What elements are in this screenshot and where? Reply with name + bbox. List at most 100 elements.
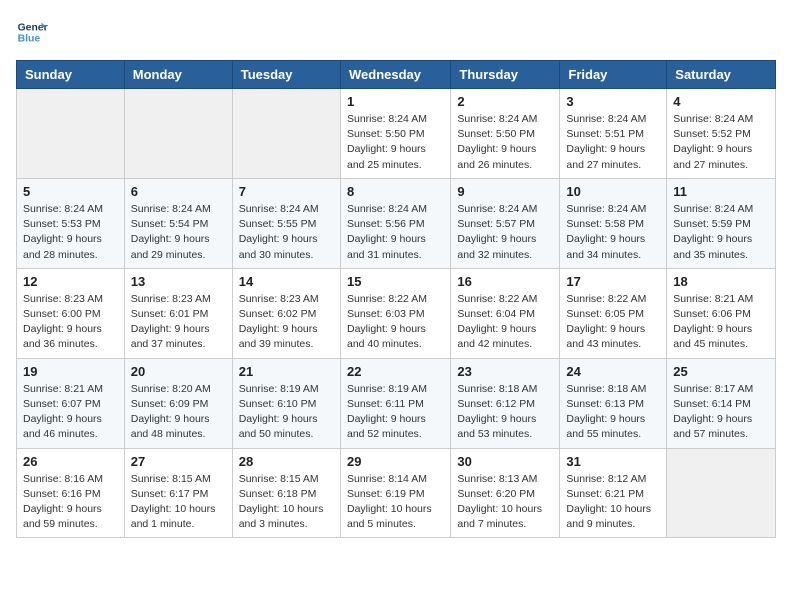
calendar-cell: 8Sunrise: 8:24 AM Sunset: 5:56 PM Daylig… — [340, 178, 450, 268]
calendar-cell: 25 Sunrise: 8:17 AM Sunset: 6:14 PM Dayli… — [667, 358, 776, 448]
day-number: 2 — [457, 94, 553, 109]
calendar-cell: 16Sunrise: 8:22 AM Sunset: 6:04 PM Dayli… — [451, 268, 560, 358]
day-number: 14 — [239, 274, 334, 289]
day-number: 27 — [131, 454, 226, 469]
day-number: 29 — [347, 454, 444, 469]
day-info: Sunrise: 8:16 AM Sunset: 6:16 PM Dayligh… — [23, 472, 118, 533]
calendar-cell: 5Sunrise: 8:24 AM Sunset: 5:53 PM Daylig… — [17, 178, 125, 268]
day-number: 4 — [673, 94, 769, 109]
day-number: 15 — [347, 274, 444, 289]
day-info: Sunrise: 8:20 AM Sunset: 6:09 PM Dayligh… — [131, 382, 226, 443]
calendar-week-row: 12 Sunrise: 8:23 AM Sunset: 6:00 PM Dayli… — [17, 268, 776, 358]
day-info: Sunrise: 8:14 AM Sunset: 6:19 PM Dayligh… — [347, 472, 444, 533]
day-number: 8 — [347, 184, 444, 199]
day-info: Sunrise: 8:18 AM Sunset: 6:13 PM Dayligh… — [566, 382, 660, 443]
day-number: 18 — [673, 274, 769, 289]
day-info: Sunrise: 8:12 AM Sunset: 6:21 PM Dayligh… — [566, 472, 660, 533]
calendar-cell: 31 Sunrise: 8:12 AM Sunset: 6:21 PM Dayli… — [560, 448, 667, 538]
day-info: Sunrise: 8:24 AM Sunset: 5:51 PM Dayligh… — [566, 112, 660, 173]
calendar-cell: 13Sunrise: 8:23 AM Sunset: 6:01 PM Dayli… — [124, 268, 232, 358]
day-info: Sunrise: 8:18 AM Sunset: 6:12 PM Dayligh… — [457, 382, 553, 443]
day-info: Sunrise: 8:13 AM Sunset: 6:20 PM Dayligh… — [457, 472, 553, 533]
calendar-cell: 23 Sunrise: 8:18 AM Sunset: 6:12 PM Dayli… — [451, 358, 560, 448]
day-number: 5 — [23, 184, 118, 199]
day-number: 25 — [673, 364, 769, 379]
day-number: 12 — [23, 274, 118, 289]
calendar-cell: 11 Sunrise: 8:24 AM Sunset: 5:59 PM Dayli… — [667, 178, 776, 268]
calendar-cell: 7Sunrise: 8:24 AM Sunset: 5:55 PM Daylig… — [232, 178, 340, 268]
calendar-week-row: 26 Sunrise: 8:16 AM Sunset: 6:16 PM Dayli… — [17, 448, 776, 538]
calendar-cell: 29 Sunrise: 8:14 AM Sunset: 6:19 PM Dayli… — [340, 448, 450, 538]
calendar-cell: 26 Sunrise: 8:16 AM Sunset: 6:16 PM Dayli… — [17, 448, 125, 538]
day-number: 3 — [566, 94, 660, 109]
day-info: Sunrise: 8:24 AM Sunset: 5:59 PM Dayligh… — [673, 202, 769, 263]
day-number: 24 — [566, 364, 660, 379]
day-info: Sunrise: 8:23 AM Sunset: 6:00 PM Dayligh… — [23, 292, 118, 353]
calendar-cell: 17Sunrise: 8:22 AM Sunset: 6:05 PM Dayli… — [560, 268, 667, 358]
calendar-cell: 20 Sunrise: 8:20 AM Sunset: 6:09 PM Dayli… — [124, 358, 232, 448]
calendar-cell: 21 Sunrise: 8:19 AM Sunset: 6:10 PM Dayli… — [232, 358, 340, 448]
calendar-cell: 15 Sunrise: 8:22 AM Sunset: 6:03 PM Dayli… — [340, 268, 450, 358]
calendar-week-row: 1 Sunrise: 8:24 AM Sunset: 5:50 PM Daylig… — [17, 89, 776, 179]
calendar-cell: 22Sunrise: 8:19 AM Sunset: 6:11 PM Dayli… — [340, 358, 450, 448]
calendar-cell: 24 Sunrise: 8:18 AM Sunset: 6:13 PM Dayli… — [560, 358, 667, 448]
day-number: 28 — [239, 454, 334, 469]
day-number: 22 — [347, 364, 444, 379]
calendar-cell: 19 Sunrise: 8:21 AM Sunset: 6:07 PM Dayli… — [17, 358, 125, 448]
calendar-week-row: 5Sunrise: 8:24 AM Sunset: 5:53 PM Daylig… — [17, 178, 776, 268]
day-info: Sunrise: 8:24 AM Sunset: 5:50 PM Dayligh… — [347, 112, 444, 173]
day-number: 26 — [23, 454, 118, 469]
day-number: 9 — [457, 184, 553, 199]
day-info: Sunrise: 8:23 AM Sunset: 6:02 PM Dayligh… — [239, 292, 334, 353]
calendar-cell: 10 Sunrise: 8:24 AM Sunset: 5:58 PM Dayli… — [560, 178, 667, 268]
logo-icon: General Blue — [16, 16, 48, 48]
day-info: Sunrise: 8:24 AM Sunset: 5:52 PM Dayligh… — [673, 112, 769, 173]
day-number: 6 — [131, 184, 226, 199]
calendar-cell — [232, 89, 340, 179]
day-number: 20 — [131, 364, 226, 379]
day-number: 19 — [23, 364, 118, 379]
day-info: Sunrise: 8:21 AM Sunset: 6:07 PM Dayligh… — [23, 382, 118, 443]
day-header: Wednesday — [340, 61, 450, 89]
day-info: Sunrise: 8:24 AM Sunset: 5:58 PM Dayligh… — [566, 202, 660, 263]
day-number: 23 — [457, 364, 553, 379]
day-header: Tuesday — [232, 61, 340, 89]
day-header: Monday — [124, 61, 232, 89]
day-info: Sunrise: 8:24 AM Sunset: 5:57 PM Dayligh… — [457, 202, 553, 263]
calendar-cell — [17, 89, 125, 179]
day-number: 11 — [673, 184, 769, 199]
day-info: Sunrise: 8:23 AM Sunset: 6:01 PM Dayligh… — [131, 292, 226, 353]
calendar-cell: 9 Sunrise: 8:24 AM Sunset: 5:57 PM Daylig… — [451, 178, 560, 268]
day-header: Sunday — [17, 61, 125, 89]
calendar-week-row: 19 Sunrise: 8:21 AM Sunset: 6:07 PM Dayli… — [17, 358, 776, 448]
day-number: 31 — [566, 454, 660, 469]
day-number: 17 — [566, 274, 660, 289]
svg-text:Blue: Blue — [18, 34, 41, 45]
day-info: Sunrise: 8:15 AM Sunset: 6:18 PM Dayligh… — [239, 472, 334, 533]
day-number: 21 — [239, 364, 334, 379]
day-number: 10 — [566, 184, 660, 199]
calendar-cell: 18 Sunrise: 8:21 AM Sunset: 6:06 PM Dayli… — [667, 268, 776, 358]
day-info: Sunrise: 8:24 AM Sunset: 5:54 PM Dayligh… — [131, 202, 226, 263]
day-info: Sunrise: 8:19 AM Sunset: 6:10 PM Dayligh… — [239, 382, 334, 443]
calendar-cell: 6 Sunrise: 8:24 AM Sunset: 5:54 PM Daylig… — [124, 178, 232, 268]
day-info: Sunrise: 8:21 AM Sunset: 6:06 PM Dayligh… — [673, 292, 769, 353]
calendar-cell: 4 Sunrise: 8:24 AM Sunset: 5:52 PM Daylig… — [667, 89, 776, 179]
calendar-cell: 1 Sunrise: 8:24 AM Sunset: 5:50 PM Daylig… — [340, 89, 450, 179]
calendar-cell: 14 Sunrise: 8:23 AM Sunset: 6:02 PM Dayli… — [232, 268, 340, 358]
day-info: Sunrise: 8:22 AM Sunset: 6:03 PM Dayligh… — [347, 292, 444, 353]
calendar-header-row: SundayMondayTuesdayWednesdayThursdayFrid… — [17, 61, 776, 89]
calendar-cell — [667, 448, 776, 538]
calendar-table: SundayMondayTuesdayWednesdayThursdayFrid… — [16, 60, 776, 538]
svg-text:General: General — [18, 22, 48, 33]
day-info: Sunrise: 8:24 AM Sunset: 5:50 PM Dayligh… — [457, 112, 553, 173]
logo: General Blue — [16, 16, 52, 48]
day-info: Sunrise: 8:17 AM Sunset: 6:14 PM Dayligh… — [673, 382, 769, 443]
day-number: 16 — [457, 274, 553, 289]
calendar-cell: 3 Sunrise: 8:24 AM Sunset: 5:51 PM Daylig… — [560, 89, 667, 179]
day-number: 30 — [457, 454, 553, 469]
day-header: Friday — [560, 61, 667, 89]
day-number: 1 — [347, 94, 444, 109]
day-header: Thursday — [451, 61, 560, 89]
day-info: Sunrise: 8:15 AM Sunset: 6:17 PM Dayligh… — [131, 472, 226, 533]
